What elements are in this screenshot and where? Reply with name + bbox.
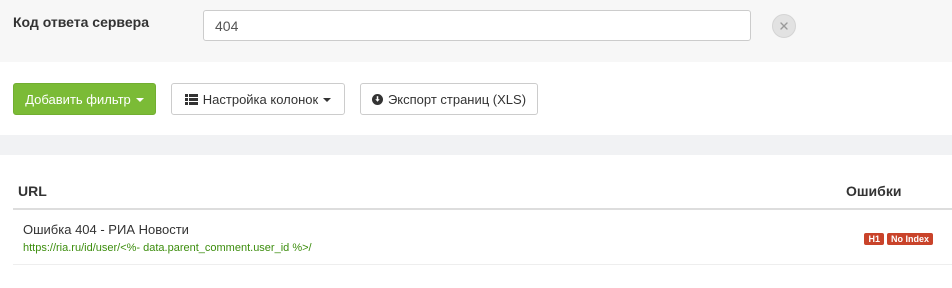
add-filter-button[interactable]: Добавить фильтр	[13, 83, 156, 115]
filter-label: Код ответа сервера	[13, 14, 149, 30]
caret-down-icon	[135, 97, 144, 102]
export-pages-button[interactable]: Экспорт страниц (XLS)	[360, 83, 538, 115]
server-response-code-input[interactable]	[203, 10, 751, 41]
section-divider	[0, 135, 952, 155]
column-settings-label: Настройка колонок	[202, 91, 319, 107]
export-pages-label: Экспорт страниц (XLS)	[387, 91, 527, 107]
caret-down-icon	[323, 97, 332, 102]
page-title: Ошибка 404 - РИА Новости	[23, 222, 189, 237]
column-settings-button[interactable]: Настройка колонок	[171, 83, 345, 115]
remove-filter-button[interactable]	[772, 14, 796, 38]
table-row-divider	[13, 264, 952, 265]
list-icon	[184, 93, 198, 105]
error-badge-h1: H1	[864, 233, 884, 245]
table-row: Ошибка 404 - РИА Новости https://ria.ru/…	[13, 210, 952, 264]
page-url-link[interactable]: https://ria.ru/id/user/<%- data.parent_c…	[23, 242, 312, 254]
column-header-errors[interactable]: Ошибки	[846, 183, 901, 199]
column-header-url[interactable]: URL	[18, 183, 47, 199]
close-icon	[780, 22, 788, 30]
error-badge-noindex: No Index	[886, 233, 933, 245]
filter-panel: Код ответа сервера	[0, 0, 952, 62]
error-badges: H1 No Index	[864, 233, 933, 245]
download-circle-icon	[371, 93, 383, 105]
add-filter-label: Добавить фильтр	[25, 91, 131, 107]
